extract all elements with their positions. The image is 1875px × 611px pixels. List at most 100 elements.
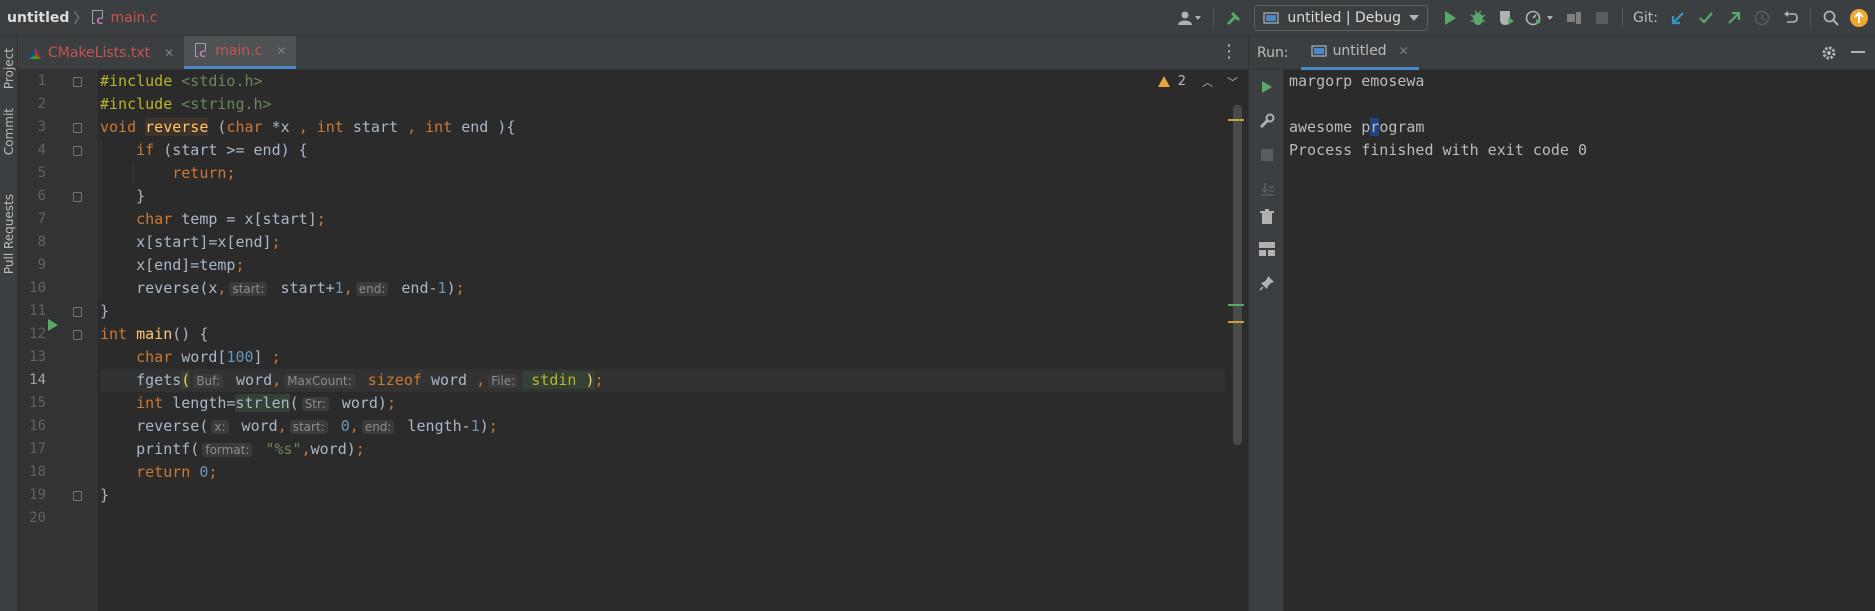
code-line: }: [100, 302, 110, 320]
line-number: 9: [37, 257, 46, 273]
code-line: x[start]=x[end];: [136, 233, 281, 251]
updates-icon[interactable]: [1845, 4, 1873, 32]
debug-bug-icon[interactable]: [1464, 4, 1492, 32]
gear-icon[interactable]: [1821, 45, 1837, 61]
breadcrumb-separator-icon: 〉: [73, 10, 88, 27]
code-line: #include <stdio.h>: [100, 72, 263, 90]
line-number: 5: [37, 165, 46, 181]
coverage-icon[interactable]: [1492, 4, 1520, 32]
tab-cmakelists[interactable]: CMakeLists.txt ✕: [18, 36, 184, 69]
fold-marker-icon[interactable]: [73, 77, 82, 87]
layout-icon[interactable]: [1249, 236, 1285, 262]
run-tab-label: untitled: [1332, 43, 1387, 59]
line-number: 8: [37, 234, 46, 250]
git-commit-icon[interactable]: [1692, 4, 1720, 32]
run-icon[interactable]: [1436, 4, 1464, 32]
more-options-icon[interactable]: ⋮: [1220, 43, 1238, 61]
chevron-down-icon[interactable]: ﹀: [1227, 74, 1238, 90]
user-icon[interactable]: [1171, 4, 1207, 32]
warning-marker[interactable]: [1228, 119, 1244, 121]
param-hint: start:: [229, 282, 268, 296]
code-line: int main() {: [100, 325, 209, 343]
history-clock-icon[interactable]: [1748, 4, 1776, 32]
inspection-widget[interactable]: 2 ︿ ﹀: [1157, 70, 1238, 93]
fold-marker-icon[interactable]: [73, 330, 82, 340]
scroll-to-end-icon[interactable]: [1249, 176, 1285, 202]
attach-debugger-icon[interactable]: [1560, 4, 1588, 32]
warning-count: 2: [1177, 74, 1186, 89]
code-line: char temp = x[start];: [136, 210, 326, 228]
fold-marker-icon[interactable]: [73, 123, 82, 133]
profiler-icon[interactable]: [1520, 4, 1560, 32]
line-number: 10: [29, 280, 46, 296]
run-config-icon: [1310, 45, 1327, 57]
chevron-up-icon[interactable]: ︿: [1202, 74, 1213, 90]
breadcrumb-project[interactable]: untitled: [7, 10, 69, 26]
git-update-icon[interactable]: [1664, 4, 1692, 32]
pin-icon[interactable]: [1249, 270, 1285, 296]
param-hint: File:: [488, 374, 519, 388]
tab-main-c[interactable]: C main.c ✕: [184, 36, 297, 69]
fold-marker-icon[interactable]: [73, 491, 82, 501]
close-icon[interactable]: ✕: [276, 44, 286, 58]
change-marker[interactable]: [1228, 304, 1244, 306]
minimize-icon[interactable]: [1851, 51, 1865, 55]
line-number: 11: [29, 303, 46, 319]
git-push-icon[interactable]: [1720, 4, 1748, 32]
editor-tab-bar: CMakeLists.txt ✕ C main.c ✕ ⋮: [18, 36, 1248, 70]
line-number: 16: [29, 418, 46, 434]
stop-icon[interactable]: [1249, 142, 1285, 168]
run-console[interactable]: margorp emosewa awesome program Process …: [1284, 70, 1875, 611]
fold-marker-icon[interactable]: [73, 192, 82, 202]
warning-icon: [1157, 76, 1170, 87]
param-hint: x:: [211, 420, 229, 434]
rollback-icon[interactable]: [1776, 4, 1804, 32]
breadcrumb-file[interactable]: main.c: [110, 10, 157, 26]
code-line: }: [136, 187, 146, 205]
tab-label: main.c: [215, 43, 263, 59]
pull-requests-tool-tab[interactable]: Pull Requests: [0, 186, 18, 282]
close-icon[interactable]: ✕: [164, 46, 174, 60]
commit-tool-tab[interactable]: Commit: [0, 104, 18, 160]
run-configuration-label: untitled | Debug: [1287, 10, 1402, 26]
run-tab-untitled[interactable]: untitled ✕: [1300, 36, 1419, 70]
run-gutter-icon[interactable]: [47, 318, 59, 332]
param-hint: Buf:: [193, 374, 223, 388]
line-number: 17: [29, 441, 46, 457]
stop-icon[interactable]: [1588, 4, 1616, 32]
code-line: reverse(x, start: start+1, end: end-1);: [136, 279, 465, 297]
param-hint: Str:: [301, 397, 329, 411]
warning-marker[interactable]: [1228, 321, 1244, 323]
editor-scrollbar[interactable]: [1233, 105, 1242, 445]
close-icon[interactable]: ✕: [1399, 44, 1409, 58]
line-number: 3: [37, 119, 46, 135]
cmake-triangle-icon: [29, 46, 41, 59]
toolbar-divider: [1622, 8, 1624, 28]
wrench-icon[interactable]: [1249, 108, 1285, 134]
project-tool-tab[interactable]: Project: [0, 40, 18, 98]
trash-icon[interactable]: [1249, 204, 1285, 230]
c-file-icon: C: [91, 9, 106, 27]
line-number: 12: [29, 326, 46, 342]
code-line: if (start >= end) {: [136, 141, 308, 159]
code-line: x[end]=temp;: [136, 256, 245, 274]
breadcrumb: untitled 〉 C main.c: [0, 8, 158, 28]
pull-requests-tool-label: Pull Requests: [2, 193, 16, 275]
fold-marker-icon[interactable]: [73, 146, 82, 156]
code-line: reverse(x: word, start: 0, end: length-1);: [136, 417, 498, 435]
param-hint: end:: [355, 282, 389, 296]
rerun-icon[interactable]: [1249, 74, 1285, 100]
fold-marker-icon[interactable]: [73, 307, 82, 317]
line-number: 1: [37, 73, 46, 89]
editor-gutter: 1 2 3 4 5 6 7 8 9 10 11 12 13 14 15 16 1…: [18, 70, 98, 611]
run-configuration-select[interactable]: untitled | Debug: [1254, 5, 1429, 31]
commit-tool-label: Commit: [2, 108, 16, 156]
line-number: 19: [29, 487, 46, 503]
toolbar-divider: [1810, 8, 1811, 28]
line-number: 6: [37, 188, 46, 204]
build-hammer-icon[interactable]: [1220, 4, 1248, 32]
code-editor[interactable]: 1 2 3 4 5 6 7 8 9 10 11 12 13 14 15 16 1…: [18, 70, 1248, 611]
line-number: 20: [29, 510, 46, 526]
git-label: Git:: [1633, 10, 1658, 26]
search-icon[interactable]: [1817, 4, 1845, 32]
